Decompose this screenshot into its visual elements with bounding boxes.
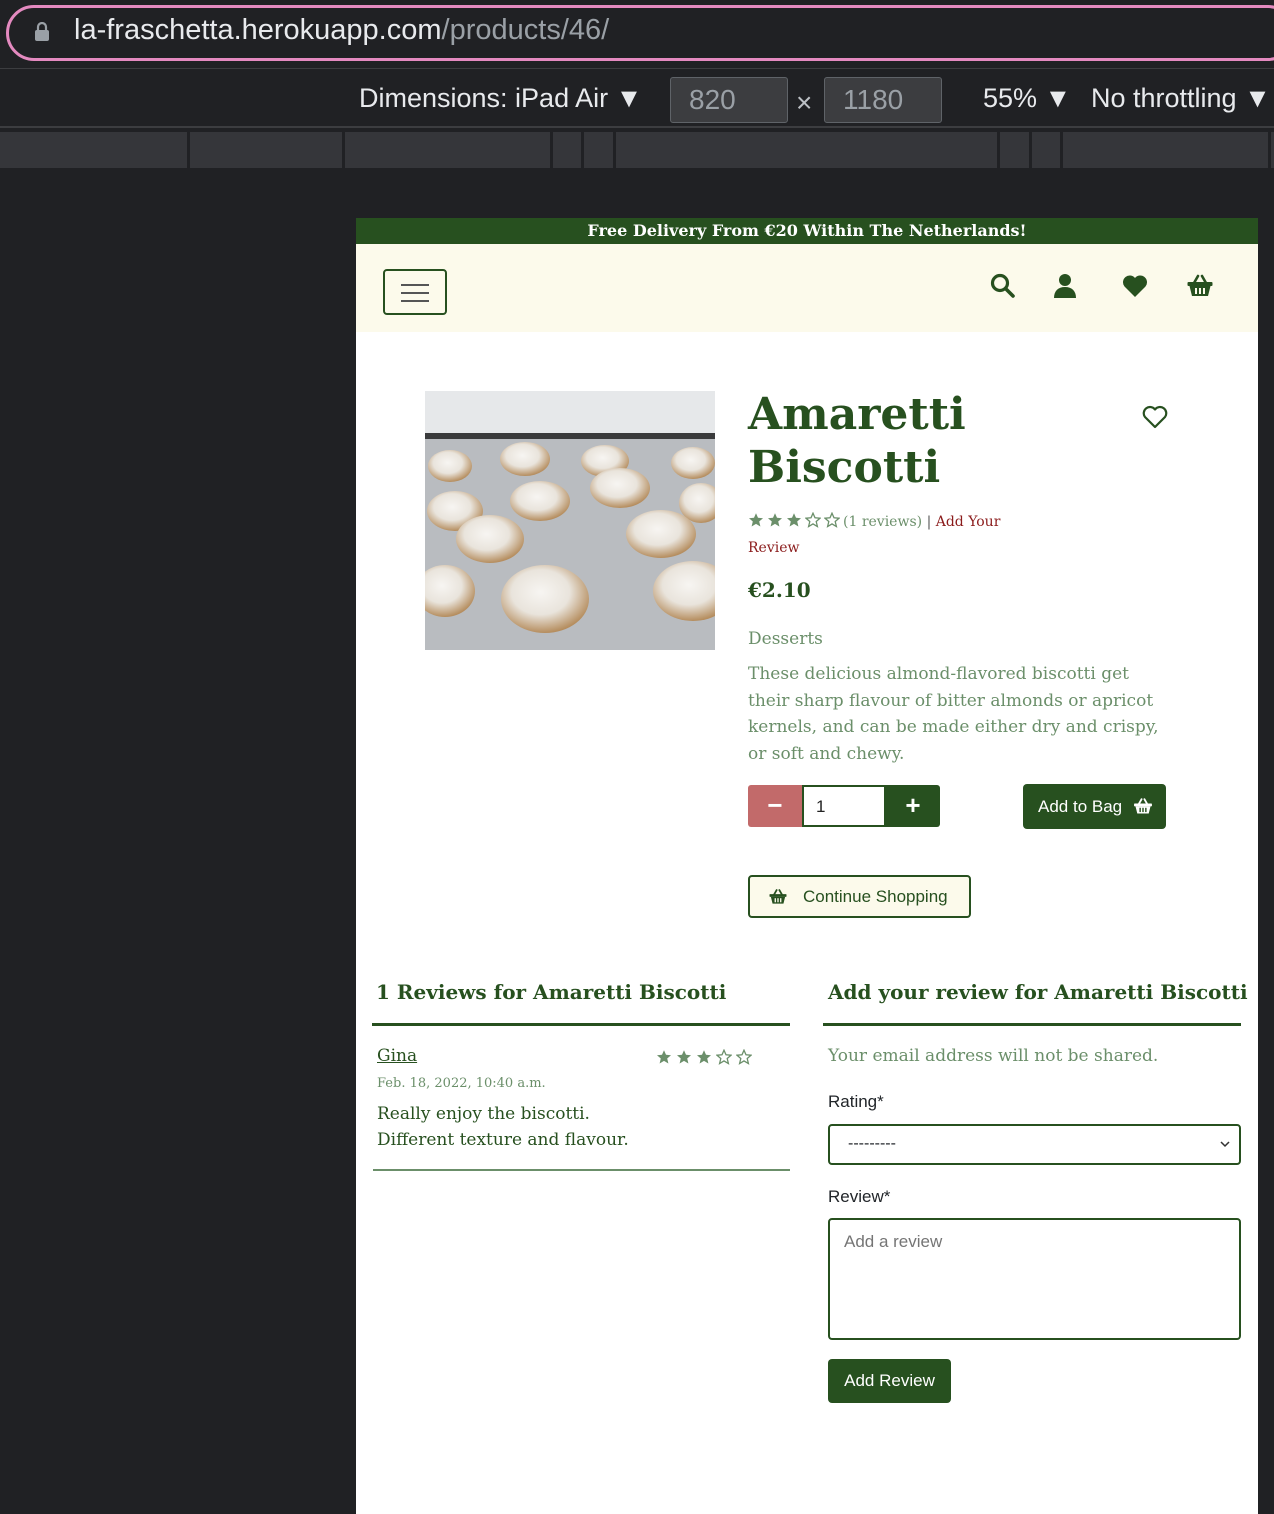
ruler-divider: [550, 132, 553, 168]
ruler-divider: [187, 132, 190, 168]
page-viewport: Free Delivery From €20 Within The Nether…: [356, 218, 1258, 1514]
add-review-button[interactable]: Add Review: [828, 1359, 951, 1403]
menu-icon-bar: [401, 284, 429, 286]
increment-quantity-button[interactable]: +: [886, 785, 940, 827]
url-path: /products/46/: [441, 14, 610, 46]
continue-shopping-label: Continue Shopping: [803, 887, 948, 906]
review-label: Review*: [828, 1187, 891, 1206]
star-filled-icon: [787, 513, 801, 527]
heart-icon[interactable]: [1121, 272, 1149, 300]
menu-toggle-button[interactable]: [383, 269, 447, 315]
throttling-select[interactable]: No throttling ▼: [1091, 83, 1271, 114]
divider: [823, 1023, 1241, 1026]
product-category[interactable]: Desserts: [748, 629, 823, 649]
wishlist-heart-icon[interactable]: [1142, 404, 1168, 430]
product-rating-stars: [748, 511, 843, 530]
device-height-input[interactable]: 1180: [824, 77, 942, 123]
lock-icon: [35, 22, 49, 41]
basket-icon: [1134, 798, 1152, 814]
device-dimensions-select[interactable]: Dimensions: iPad Air ▼: [359, 83, 642, 114]
zoom-select[interactable]: 55% ▼: [983, 83, 1071, 114]
media-query-ruler[interactable]: [0, 132, 1274, 168]
product-image: [425, 391, 715, 650]
star-filled-icon: [697, 1050, 711, 1064]
search-icon[interactable]: [989, 272, 1017, 300]
star-empty-icon: [804, 511, 822, 528]
ruler-divider: [581, 132, 584, 168]
review-rating-stars: [656, 1048, 756, 1069]
quantity-stepper: − 1 +: [748, 785, 941, 827]
url-host: la-fraschetta.herokuapp.com: [74, 14, 442, 46]
product-rating: (1 reviews) | Add Your Review: [748, 509, 1048, 561]
rating-separator: |: [926, 514, 932, 530]
star-filled-icon: [768, 513, 782, 527]
decrement-quantity-button[interactable]: −: [748, 785, 802, 827]
ruler-divider: [1060, 132, 1063, 168]
basket-icon[interactable]: [1186, 272, 1214, 300]
review-text: Really enjoy the biscotti. Different tex…: [377, 1101, 629, 1153]
review-textarea[interactable]: [828, 1218, 1241, 1340]
delivery-banner: Free Delivery From €20 Within The Nether…: [356, 218, 1258, 244]
times-symbol: ×: [796, 87, 813, 118]
product-description: These delicious almond-flavored biscotti…: [748, 664, 1159, 764]
continue-shopping-button[interactable]: Continue Shopping: [748, 875, 971, 918]
ruler-divider: [1268, 132, 1271, 168]
device-toolbar: Dimensions: iPad Air ▼ 820 × 1180 55% ▼ …: [0, 68, 1274, 128]
ruler-divider: [613, 132, 616, 168]
email-privacy-note: Your email address will not be shared.: [828, 1046, 1159, 1066]
chevron-down-icon: [1220, 1141, 1230, 1148]
review-author-link[interactable]: Gina: [377, 1046, 417, 1066]
rating-label: Rating*: [828, 1092, 884, 1111]
product-title: Amaretti Biscotti: [748, 388, 966, 494]
star-filled-icon: [677, 1050, 691, 1064]
product-title-line: Amaretti: [748, 389, 966, 440]
star-empty-icon: [823, 511, 841, 528]
rating-select[interactable]: ---------: [828, 1124, 1241, 1165]
product-price: €2.10: [748, 578, 811, 602]
menu-icon-bar: [401, 300, 429, 302]
reviews-heading: 1 Reviews for Amaretti Biscotti: [376, 980, 727, 1004]
basket-icon: [769, 889, 787, 904]
browser-url-bar: la-fraschetta.herokuapp.com/products/46/: [0, 0, 1274, 66]
navbar: [356, 244, 1258, 332]
add-to-bag-label: Add to Bag: [1038, 797, 1123, 816]
product-title-line: Biscotti: [748, 442, 941, 493]
ruler-divider: [1029, 132, 1032, 168]
star-filled-icon: [657, 1050, 671, 1064]
ruler-divider: [342, 132, 345, 168]
star-filled-icon: [749, 513, 763, 527]
rating-select-value: ---------: [848, 1135, 896, 1152]
add-to-bag-button[interactable]: Add to Bag: [1023, 784, 1166, 829]
divider: [372, 1023, 790, 1026]
device-width-input[interactable]: 820: [670, 77, 788, 123]
star-empty-icon: [715, 1048, 733, 1065]
quantity-input[interactable]: 1: [802, 785, 886, 827]
menu-icon-bar: [401, 292, 429, 294]
add-review-heading: Add your review for Amaretti Biscotti: [828, 980, 1248, 1004]
review-date: Feb. 18, 2022, 10:40 a.m.: [377, 1076, 546, 1091]
url-text: la-fraschetta.herokuapp.com/products/46/: [74, 14, 609, 47]
review-text-line: Really enjoy the biscotti.: [377, 1104, 590, 1124]
divider: [373, 1169, 790, 1171]
reviews-count: (1 reviews): [843, 514, 923, 530]
star-empty-icon: [735, 1048, 753, 1065]
user-icon[interactable]: [1051, 272, 1079, 300]
ruler-divider: [997, 132, 1000, 168]
review-text-line: Different texture and flavour.: [377, 1130, 629, 1150]
